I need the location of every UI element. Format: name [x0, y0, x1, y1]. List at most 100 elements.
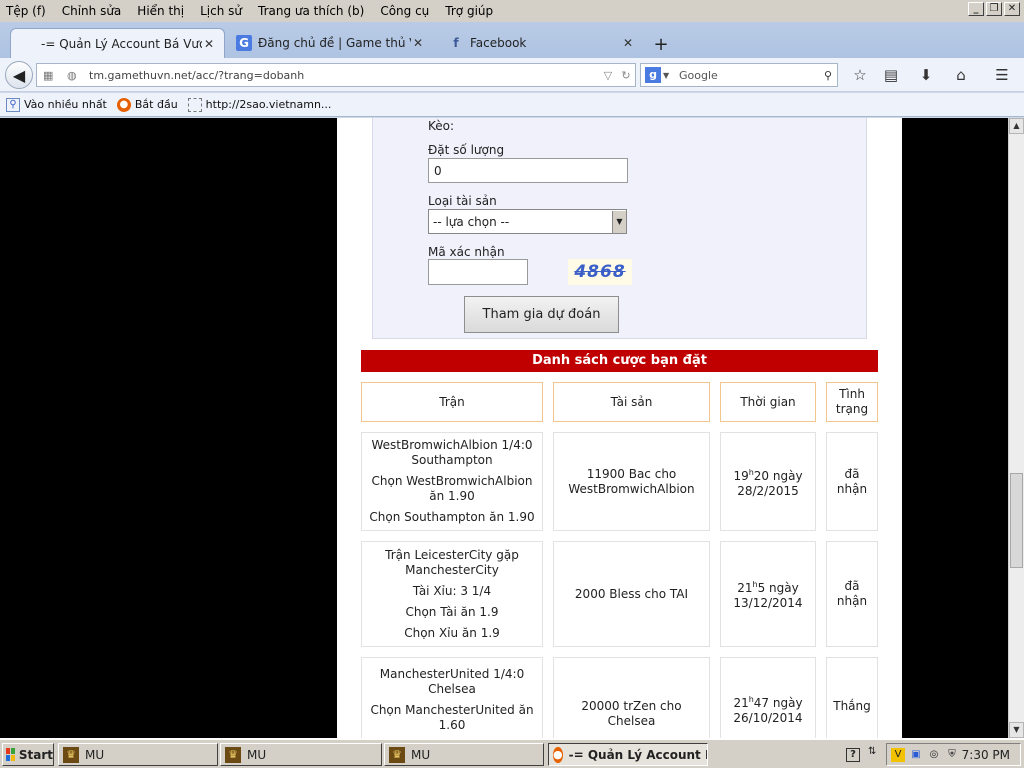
search-input[interactable]: Google — [673, 69, 819, 82]
header-status: Tình trạng — [826, 382, 878, 422]
window-controls: _ ❐ ✕ — [968, 2, 1020, 16]
tab-game-forum[interactable]: G Đăng chủ đề | Game thủ Việt ... ✕ — [228, 28, 433, 58]
menu-bar: Tệp (f) Chỉnh sửa Hiển thị Lịch sử Trang… — [0, 0, 1024, 22]
scroll-down-icon[interactable]: ▼ — [1009, 722, 1024, 738]
windows-logo-icon — [6, 748, 15, 761]
globe-icon: ◍ — [67, 68, 77, 82]
scroll-thumb[interactable] — [1010, 473, 1023, 568]
tab-account-manager[interactable]: -= Quản Lý Account Bá Vương =- ... ✕ — [10, 28, 225, 58]
match-line: Chọn WestBromwichAlbion ăn 1.90 — [371, 474, 533, 503]
captcha-input[interactable] — [428, 259, 528, 285]
new-tab-plus-icon[interactable]: + — [650, 34, 672, 55]
blank-page-icon — [187, 97, 202, 112]
menu-file[interactable]: Tệp (f) — [0, 4, 54, 18]
antivirus-icon[interactable]: V — [891, 747, 905, 762]
chevron-down-icon[interactable]: ▼ — [612, 210, 626, 233]
bookmark-most-visited[interactable]: ⚲ Vào nhiều nhất — [6, 97, 107, 112]
match-line: Chọn Southampton ăn 1.90 — [369, 510, 535, 524]
menu-hamburger-icon[interactable]: ☰ — [992, 66, 1012, 84]
restore-button[interactable]: ❐ — [986, 2, 1002, 16]
firefox-icon: ● — [553, 746, 563, 763]
grid-icon[interactable]: ▦ — [43, 69, 61, 82]
match-line: Chọn ManchesterUnited ăn 1.60 — [370, 703, 534, 732]
bookmark-label: Bắt đầu — [134, 98, 178, 111]
tab-strip: -= Quản Lý Account Bá Vương =- ... ✕ G Đ… — [0, 22, 1024, 58]
mu-game-icon: ♛ — [225, 746, 241, 763]
taskbar-item-mu-1[interactable]: ♛ MU — [58, 743, 218, 766]
taskbar-item-mu-3[interactable]: ♛ MU — [384, 743, 544, 766]
menu-help[interactable]: Trợ giúp — [437, 4, 501, 18]
network-arrows-icon[interactable]: ⇅ — [868, 746, 876, 757]
page-viewport: Kèo: Đặt số lượng 0 Loại tài sản -- lựa … — [0, 118, 1008, 738]
submit-prediction-button[interactable]: Tham gia dự đoán — [464, 296, 619, 333]
shield-icon[interactable]: ⛨ — [945, 748, 959, 762]
search-box[interactable]: g ▼ Google ⚲ — [640, 63, 838, 87]
reload-icon[interactable]: ↻ — [617, 69, 635, 82]
menu-view[interactable]: Hiển thị — [129, 4, 192, 18]
mu-game-icon: ♛ — [63, 746, 79, 763]
asset-type-select[interactable]: -- lựa chọn -- ▼ — [428, 209, 627, 234]
url-dropdown-icon[interactable]: ▽ — [599, 69, 617, 82]
row2-match: Trận LeicesterCity gặp ManchesterCity Tà… — [361, 541, 543, 647]
minimize-button[interactable]: _ — [968, 2, 984, 16]
vertical-scrollbar[interactable]: ▲ ▼ — [1008, 118, 1024, 738]
taskbar-item-firefox[interactable]: ● -= Quản Lý Account B... — [548, 743, 708, 766]
bet-form: Kèo: Đặt số lượng 0 Loại tài sản -- lựa … — [372, 118, 867, 339]
tab-facebook[interactable]: f Facebook ✕ — [440, 28, 643, 58]
google-icon[interactable]: g — [645, 67, 661, 83]
clock: 7:30 PM — [961, 747, 1010, 762]
home-icon[interactable]: ⌂ — [951, 66, 971, 84]
network-icon[interactable]: ▣ — [909, 748, 923, 762]
quantity-label: Đặt số lượng — [428, 143, 505, 157]
menu-tools[interactable]: Công cụ — [372, 4, 437, 18]
taskbar-item-mu-2[interactable]: ♛ MU — [220, 743, 382, 766]
row2-status: đã nhận — [826, 541, 878, 647]
page-body: Kèo: Đặt số lượng 0 Loại tài sản -- lựa … — [337, 118, 902, 738]
row2-time: 21h5 ngày 13/12/2014 — [720, 541, 816, 647]
menu-edit[interactable]: Chỉnh sửa — [54, 4, 130, 18]
close-tab-icon[interactable]: ✕ — [411, 36, 425, 50]
start-button[interactable]: Start — [2, 743, 54, 766]
match-line: Trận LeicesterCity gặp ManchesterCity — [385, 547, 519, 577]
row3-match: ManchesterUnited 1/4:0 Chelsea Chọn Manc… — [361, 657, 543, 738]
row1-status: đã nhận — [826, 432, 878, 531]
engine-dropdown-icon[interactable]: ▼ — [663, 71, 673, 80]
back-arrow-icon: ◀ — [12, 65, 26, 85]
header-match: Trận — [361, 382, 543, 422]
time-line: 21h5 ngày — [737, 580, 799, 595]
help-icon[interactable]: ? — [846, 748, 860, 762]
keo-label: Kèo: — [428, 119, 455, 133]
download-icon[interactable]: ⬇ — [916, 66, 936, 84]
star-bookmark-icon[interactable]: ☆ — [850, 66, 870, 84]
asset-type-label: Loại tài sản — [428, 194, 497, 208]
close-tab-icon[interactable]: ✕ — [202, 37, 216, 51]
bookmark-2sao[interactable]: http://2sao.vietnamn... — [187, 97, 331, 112]
url-text[interactable]: tm.gamethuvn.net/acc/?trang=dobanh — [85, 69, 599, 82]
tab-title: Facebook — [470, 36, 527, 50]
close-window-button[interactable]: ✕ — [1004, 2, 1020, 16]
volume-icon[interactable]: ◎ — [927, 748, 941, 762]
g-logo-icon: G — [236, 35, 252, 51]
url-bar[interactable]: ▦ ◍ tm.gamethuvn.net/acc/?trang=dobanh ▽… — [36, 63, 636, 87]
menu-bookmarks[interactable]: Trang ưa thích (b) — [250, 4, 372, 18]
taskbar-label: -= Quản Lý Account B... — [568, 747, 707, 762]
firefox-icon: ● — [116, 97, 131, 112]
quantity-input[interactable]: 0 — [428, 158, 628, 183]
tab-title: Đăng chủ đề | Game thủ Việt ... — [258, 36, 411, 50]
match-line: Chọn Tài ăn 1.9 — [405, 604, 499, 619]
date-line: 13/12/2014 — [733, 596, 803, 610]
taskbar-label: MU — [247, 747, 267, 762]
row1-asset: 11900 Bac cho WestBromwichAlbion — [553, 432, 710, 531]
search-icon[interactable]: ⚲ — [819, 69, 837, 82]
reading-list-icon[interactable]: ▤ — [881, 66, 901, 84]
navigation-toolbar: ◀ ▦ ◍ tm.gamethuvn.net/acc/?trang=dobanh… — [0, 58, 1024, 92]
row1-match: WestBromwichAlbion 1/4:0 Southampton Chọ… — [361, 432, 543, 531]
bookmark-getting-started[interactable]: ● Bắt đầu — [116, 97, 178, 112]
bookmarks-bar: ⚲ Vào nhiều nhất ● Bắt đầu http://2sao.v… — [0, 93, 1024, 117]
close-tab-icon[interactable]: ✕ — [621, 36, 635, 50]
menu-history[interactable]: Lịch sử — [192, 4, 250, 18]
date-line: 28/2/2015 — [737, 483, 799, 498]
back-button[interactable]: ◀ — [5, 61, 33, 89]
bet-list-title: Danh sách cược bạn đặt — [361, 350, 878, 372]
scroll-up-icon[interactable]: ▲ — [1009, 118, 1024, 134]
